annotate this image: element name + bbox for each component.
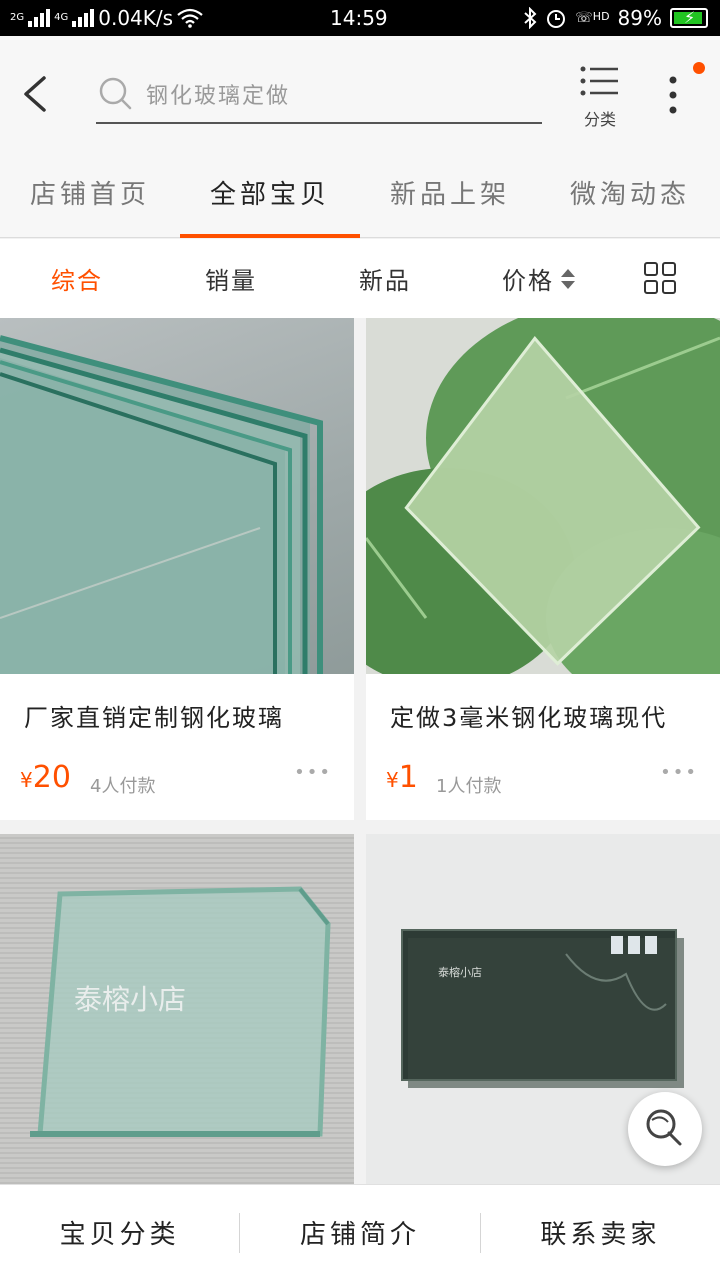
network-speed: 0.04K/s: [98, 6, 174, 30]
clock: 14:59: [330, 6, 388, 30]
signal-icon: [28, 9, 51, 27]
product-card[interactable]: 泰榕小店: [0, 834, 354, 1184]
product-card[interactable]: 定做3毫米钢化玻璃现代 ¥1 1人付款 •••: [366, 318, 720, 820]
shop-intro-button[interactable]: 店铺简介: [240, 1214, 479, 1251]
sort-newest[interactable]: 新品: [308, 261, 462, 296]
assistant-button[interactable]: [628, 1092, 702, 1166]
shop-watermark: 泰榕小店: [74, 983, 187, 1016]
more-vertical-icon: [669, 76, 677, 114]
alarm-icon: [547, 10, 566, 28]
product-sold-count: 4人付款: [90, 776, 156, 797]
sort-arrows-icon: [561, 268, 575, 289]
list-icon: [580, 66, 618, 96]
bottom-action-bar: 宝贝分类 店铺简介 联系卖家: [0, 1184, 720, 1280]
more-dots-icon[interactable]: •••: [660, 762, 698, 783]
network-status: 2G 4G 0.04K/s: [10, 6, 203, 30]
tab-shop-home[interactable]: 店铺首页: [0, 154, 180, 238]
product-image[interactable]: 泰榕小店: [0, 834, 354, 1184]
chevron-left-icon: [24, 76, 46, 112]
hd-call-icon: ☏HD: [575, 10, 610, 26]
battery-icon: ⚡: [670, 8, 708, 28]
category-button[interactable]: 分类: [572, 66, 628, 130]
tab-new-arrivals[interactable]: 新品上架: [360, 154, 540, 238]
search-bar[interactable]: [96, 72, 542, 124]
back-button[interactable]: [14, 72, 58, 116]
sort-price-label: 价格: [502, 267, 554, 295]
sort-price[interactable]: 价格: [462, 261, 616, 296]
signal-icon-2: [72, 9, 95, 27]
contact-seller-button[interactable]: 联系卖家: [481, 1214, 720, 1251]
sort-sales[interactable]: 销量: [154, 261, 308, 296]
product-title: 厂家直销定制钢化玻璃: [24, 704, 284, 732]
tab-weitao-feed[interactable]: 微淘动态: [540, 154, 720, 238]
product-card[interactable]: 厂家直销定制钢化玻璃 ¥20 4人付款 •••: [0, 318, 354, 820]
product-image[interactable]: [0, 318, 354, 674]
product-image[interactable]: [366, 318, 720, 674]
search-icon: [99, 77, 132, 110]
more-dots-icon[interactable]: •••: [294, 762, 332, 783]
item-categories-button[interactable]: 宝贝分类: [0, 1214, 239, 1251]
product-sold-count: 1人付款: [436, 776, 502, 797]
more-options-button[interactable]: [658, 72, 688, 118]
bluetooth-icon: [524, 7, 537, 29]
sort-bar: 综合 销量 新品 价格: [0, 239, 720, 318]
product-title: 定做3毫米钢化玻璃现代: [390, 704, 668, 732]
status-bar: 2G 4G 0.04K/s 14:59 ☏HD 89% ⚡: [0, 0, 720, 36]
network-type-2: 4G: [54, 12, 69, 23]
notification-dot: [693, 62, 705, 74]
tab-all-items[interactable]: 全部宝贝: [180, 154, 360, 238]
product-price: ¥20: [20, 760, 71, 795]
grid-view-button[interactable]: [644, 261, 678, 296]
sort-comprehensive[interactable]: 综合: [0, 261, 154, 296]
category-label: 分类: [583, 110, 616, 129]
shop-tabs: 店铺首页 全部宝贝 新品上架 微淘动态: [0, 154, 720, 238]
product-price: ¥1: [386, 760, 418, 795]
search-magnifier-icon: [646, 1109, 682, 1146]
system-icons: ☏HD 89% ⚡: [523, 6, 708, 30]
shop-header: 分类 店铺首页 全部宝贝 新品上架 微淘动态: [0, 36, 720, 238]
wifi-icon: [177, 8, 203, 28]
network-type-1: 2G: [10, 12, 25, 23]
shop-watermark: 泰榕小店: [438, 966, 482, 979]
search-input[interactable]: [146, 78, 526, 114]
battery-percent: 89%: [617, 6, 662, 30]
